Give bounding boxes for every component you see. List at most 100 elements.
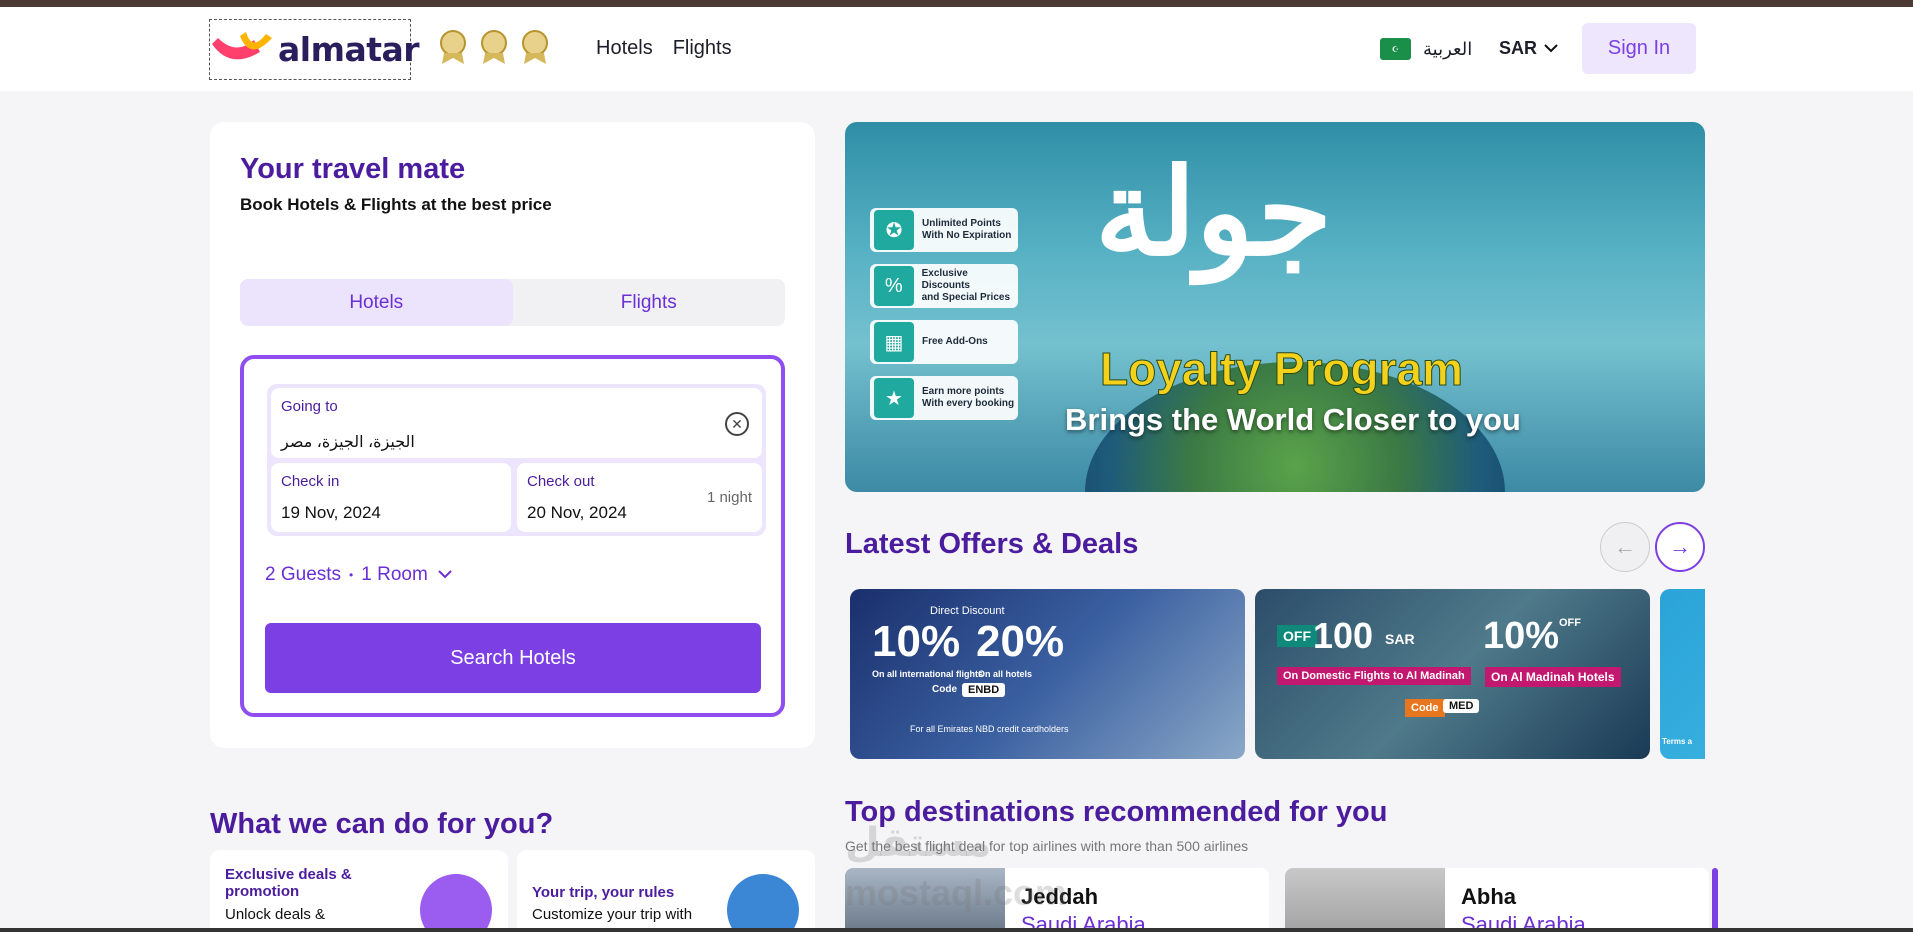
service-desc: Unlock deals &: [225, 906, 326, 923]
offer-code-label: Code: [932, 684, 957, 695]
booking-subtitle: Book Hotels & Flights at the best price: [240, 195, 552, 214]
offer-card-madinah[interactable]: OFF 100 SAR On Domestic Flights to Al Ma…: [1255, 589, 1650, 759]
star-shield-icon: ★: [874, 378, 914, 418]
offer-card-enbd[interactable]: Direct Discount 10% On all international…: [850, 589, 1245, 759]
hotel-search-form: Going to الجيزة، الجيزة، مصر ✕ Check in …: [240, 355, 785, 717]
service-card-deals[interactable]: Exclusive deals & promotion Unlock deals…: [210, 850, 508, 932]
check-in-value: 19 Nov, 2024: [281, 503, 381, 522]
destination-image: [1285, 868, 1445, 932]
dot-separator: •: [349, 568, 354, 582]
offers-prev-button[interactable]: ←: [1600, 522, 1650, 572]
badge-line2: With No Expiration: [922, 230, 1012, 241]
nav-flights[interactable]: Flights: [673, 37, 732, 60]
offer-pct2-sub: On all hotels: [978, 669, 1033, 679]
service-title: Exclusive deals & promotion: [225, 866, 352, 900]
service-card-trip[interactable]: Your trip, your rules Customize your tri…: [517, 850, 815, 932]
language-switch[interactable]: ☪ العربية: [1380, 38, 1472, 60]
booking-tabs: Hotels Flights: [240, 279, 785, 326]
logo-text: almatar: [278, 30, 420, 69]
badge-line1: Free Add-Ons: [922, 336, 988, 347]
check-in-label: Check in: [281, 473, 340, 490]
grid-plus-icon: ▦: [874, 322, 914, 362]
offer-pct2: 20%: [976, 617, 1065, 666]
tab-hotels[interactable]: Hotels: [240, 279, 513, 326]
clear-icon[interactable]: ✕: [725, 412, 749, 436]
badge-exclusive-discounts: % Exclusive Discounts and Special Prices: [870, 264, 1018, 308]
badge-line2: With every booking: [922, 398, 1015, 409]
award-badge-icon: [477, 27, 510, 67]
search-fields: Going to الجيزة، الجيزة، مصر ✕ Check in …: [267, 384, 766, 536]
destination-card-abha[interactable]: Abha Saudi Arabia: [1285, 868, 1709, 932]
check-in-field[interactable]: Check in 19 Nov, 2024: [271, 463, 511, 532]
destinations-scrollbar[interactable]: [1712, 868, 1718, 932]
offer-left-sub: On Domestic Flights to Al Madinah: [1277, 667, 1471, 685]
booking-card: Your travel mate Book Hotels & Flights a…: [210, 122, 815, 748]
offer-code-label: Code: [1405, 699, 1445, 717]
offer-pct1: 10%: [872, 617, 961, 666]
offer-heading: Direct Discount: [930, 605, 1005, 617]
top-strip: [0, 0, 1913, 7]
discount-icon: %: [874, 266, 914, 306]
currency-selector[interactable]: SAR: [1499, 38, 1559, 59]
guests-selector[interactable]: 2 Guests • 1 Room: [265, 564, 454, 586]
guests-count: 2 Guests: [265, 564, 342, 585]
nav-hotels[interactable]: Hotels: [596, 37, 653, 60]
destination-label: Going to: [281, 398, 338, 415]
saudi-flag-icon: ☪: [1380, 38, 1411, 60]
deals-illustration-icon: [420, 874, 492, 932]
service-title: Your trip, your rules: [532, 884, 675, 901]
destination-value: الجيزة، الجيزة، مصر: [281, 434, 415, 451]
language-label: العربية: [1423, 38, 1473, 59]
loyalty-banner[interactable]: جولة ✪ Unlimited Points With No Expiratio…: [845, 122, 1705, 492]
bottom-bar: [0, 928, 1913, 932]
arrow-left-icon: ←: [1614, 534, 1636, 559]
chevron-down-icon: [1543, 38, 1559, 59]
banner-arabic-art: جولة: [1095, 142, 1333, 283]
offer-right-sub: On Al Madinah Hotels: [1485, 667, 1621, 687]
header: almatar Hotels Flights ☪ العربية SAR Sig…: [0, 7, 1913, 91]
destination-field[interactable]: Going to الجيزة، الجيزة، مصر ✕: [271, 388, 762, 458]
offer-pct-off: OFF: [1559, 617, 1581, 629]
rooms-count: 1 Room: [361, 564, 428, 585]
nights-count: 1 night: [706, 489, 752, 506]
offer-card-partial[interactable]: Terms a: [1660, 589, 1705, 759]
services-title: What we can do for you?: [210, 808, 554, 840]
arrow-right-icon: →: [1669, 534, 1691, 559]
award-badge-icon: [436, 27, 469, 67]
medal-icon: ✪: [874, 210, 914, 250]
watermark-arabic: مستقل: [845, 821, 992, 865]
award-badge-icon: [518, 27, 551, 67]
badge-line2: and Special Prices: [921, 292, 1011, 303]
check-out-label: Check out: [527, 473, 595, 490]
offers-next-button[interactable]: →: [1655, 522, 1705, 572]
main-nav: Hotels Flights: [596, 37, 732, 60]
badge-line1: Earn more points: [922, 386, 1005, 397]
offer-pct1-sub: On all international flights: [872, 669, 984, 679]
badge-unlimited-points: ✪ Unlimited Points With No Expiration: [870, 208, 1018, 252]
chevron-down-icon: [436, 564, 454, 586]
offer-note: For all Emirates NBD credit cardholders: [910, 724, 1069, 734]
search-hotels-button[interactable]: Search Hotels: [265, 623, 761, 693]
banner-title: Loyalty Program: [1100, 343, 1464, 396]
banner-subtitle: Brings the World Closer to you: [1065, 402, 1521, 437]
offer-off: OFF: [1277, 625, 1317, 647]
sign-in-button[interactable]: Sign In: [1582, 23, 1696, 74]
offer-code: ENBD: [962, 683, 1006, 697]
check-out-field[interactable]: Check out 20 Nov, 2024 1 night: [517, 463, 762, 532]
badge-free-addons: ▦ Free Add-Ons: [870, 320, 1018, 364]
badge-line1: Exclusive Discounts: [921, 268, 970, 291]
offer-partial-text: Terms a: [1662, 737, 1693, 746]
offers-title: Latest Offers & Deals: [845, 528, 1139, 560]
offer-code: MED: [1443, 699, 1480, 713]
logo[interactable]: almatar: [209, 19, 420, 80]
offers-carousel: Direct Discount 10% On all international…: [850, 589, 1705, 759]
logo-mark-icon: [210, 30, 272, 70]
banner-badges: ✪ Unlimited Points With No Expiration % E…: [870, 208, 1018, 420]
awards: [436, 27, 551, 67]
tab-flights[interactable]: Flights: [513, 279, 786, 326]
offer-pct: 10%: [1483, 615, 1560, 657]
watermark-latin: mostaql.com: [845, 872, 1068, 913]
badge-earn-points: ★ Earn more points With every booking: [870, 376, 1018, 420]
destination-city: Abha: [1461, 884, 1516, 909]
currency-label: SAR: [1499, 38, 1538, 58]
